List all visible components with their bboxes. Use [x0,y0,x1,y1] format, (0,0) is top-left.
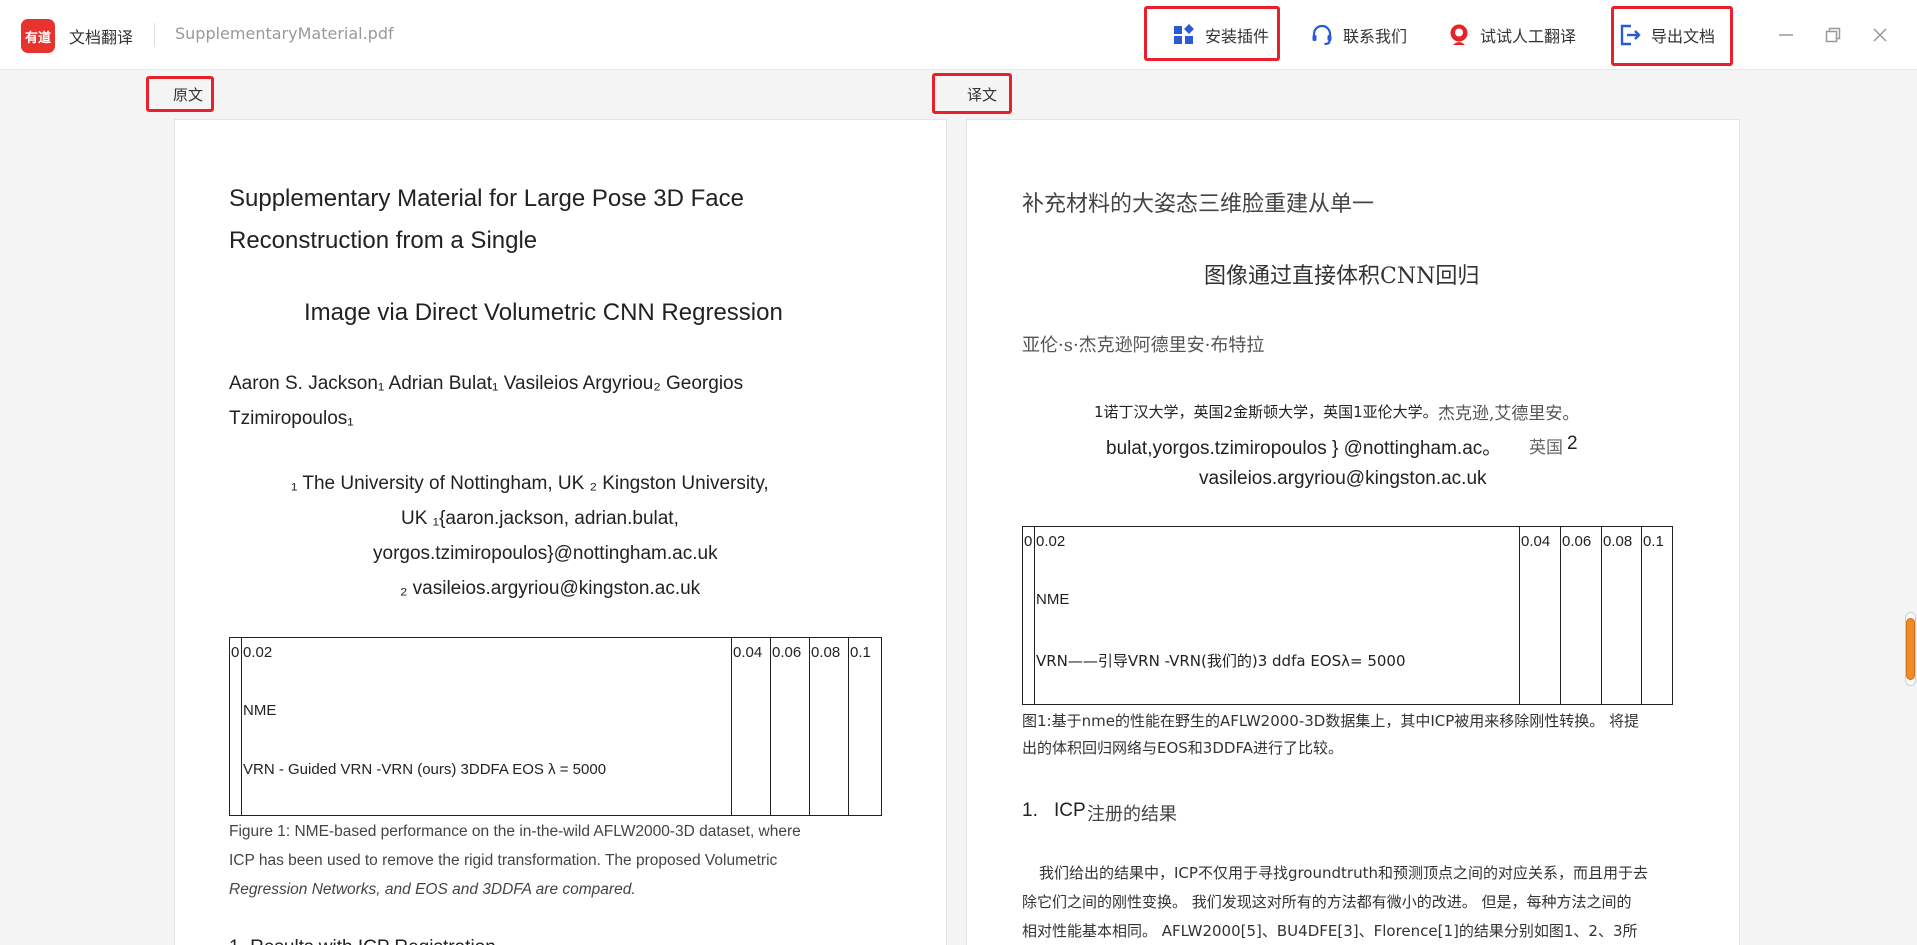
file-name: SupplementaryMaterial.pdf [175,24,394,43]
orig-affil-line3: yorgos.tzimiropoulos}@nottingham.ac.uk [373,543,718,564]
human-translate-label: 试试人工翻译 [1480,27,1577,46]
table-tick: 0 [231,644,240,661]
app-name: 文档翻译 [69,28,134,47]
orig-title-line1: Supplementary Material for Large Pose 3D… [229,185,744,212]
scrollbar-thumb[interactable] [1906,618,1915,680]
trans-para-line3: 相对性能基本相同。 AFLW2000[5]、BU4DFE[3]、Florence… [1022,922,1638,940]
table-nme-label: NME [243,702,277,719]
orig-authors-line2: Tzimiropoulos₁ [229,408,354,429]
export-doc-label: 导出文档 [1651,27,1716,46]
orig-caption-line2: ICP has been used to remove the rigid tr… [229,852,778,869]
trans-section1-num: 1. [1022,800,1038,821]
export-icon [1617,22,1643,48]
table-divider [1560,527,1561,704]
trans-section1-title: 注册的结果 [1087,804,1177,825]
close-button[interactable] [1865,20,1895,50]
table-tick: 0.06 [772,644,802,661]
headset-icon [1309,22,1335,48]
orig-authors-line1: Aaron S. Jackson₁ Adrian Bulat₁ Vasileio… [229,373,744,394]
trans-caption-line1: 图1:基于nme的性能在野生的AFLW2000-3D数据集上，其中ICP被用来移… [1022,712,1640,730]
app-logo: 有道 [21,19,55,53]
orig-section1-heading: 1. Results with ICP Registration [229,937,496,945]
trans-title-line1: 补充材料的大姿态三维脸重建从单一 [1022,192,1375,217]
title-bar: 有道 文档翻译 SupplementaryMaterial.pdf 安装插件 联… [0,0,1917,70]
person-icon [1446,22,1472,48]
contact-us-label: 联系我们 [1343,27,1408,46]
restore-button[interactable] [1818,20,1848,50]
plugin-icon [1171,22,1197,48]
table-tick: 0.04 [1521,533,1551,550]
table-legend: VRN——引导VRN -VRN(我们的)3 ddfa EOSλ= 5000 [1036,652,1406,670]
table-tick: 0.02 [243,644,273,661]
orig-affil-line1: ₁ The University of Nottingham, UK ₂ Kin… [291,473,769,494]
trans-figure-table: 0 0.02 0.04 0.06 0.08 0.1 NME VRN——引导VRN… [1022,526,1673,705]
export-doc-button[interactable]: 导出文档 [1617,22,1715,48]
trans-para-line2: 除它们之间的刚性变换。 我们发现这对所有的方法都有微小的改进。 但是，每种方法之… [1022,893,1632,911]
table-divider [809,638,810,815]
table-tick: 0.04 [733,644,763,661]
table-tick: 0.1 [850,644,871,661]
table-divider [1034,527,1035,704]
original-page[interactable]: Supplementary Material for Large Pose 3D… [174,119,947,945]
table-tick: 0 [1024,533,1033,550]
trans-affil-line2-a: bulat,yorgos.tzimiropoulos } @nottingham… [1106,438,1502,459]
contact-us-button[interactable]: 联系我们 [1309,22,1407,48]
trans-section1-icp: ICP [1054,800,1086,821]
orig-title-line3: Image via Direct Volumetric CNN Regressi… [304,299,783,326]
minimize-icon [1779,34,1793,36]
trans-caption-line2: 出的体积回归网络与EOS和3DDFA进行了比较。 [1022,739,1343,757]
orig-caption-line3: Regression Networks, and EOS and 3DDFA a… [229,881,636,898]
table-divider [731,638,732,815]
table-divider [770,638,771,815]
human-translate-button[interactable]: 试试人工翻译 [1446,22,1576,48]
table-nme-label: NME [1036,591,1070,608]
translated-page[interactable]: 补充材料的大姿态三维脸重建从单一 图像通过直接体积CNN回归 亚伦·s·杰克逊阿… [966,119,1740,945]
table-divider [1601,527,1602,704]
original-pane-label: 原文 [173,86,204,104]
install-plugin-button[interactable]: 安装插件 [1171,22,1269,48]
table-tick: 0.1 [1643,533,1664,550]
table-divider [1641,527,1642,704]
trans-authors: 亚伦·s·杰克逊阿德里安·布特拉 [1022,335,1265,356]
install-plugin-label: 安装插件 [1205,27,1270,46]
title-divider [154,23,155,47]
table-divider [241,638,242,815]
translated-pane-label: 译文 [967,86,998,104]
trans-title-line2: 图像通过直接体积CNN回归 [1204,264,1480,289]
trans-affil-line3: vasileios.argyriou@kingston.ac.uk [1199,468,1487,489]
trans-affil-line2-c: 2 [1567,433,1578,454]
table-tick: 0.06 [1562,533,1592,550]
orig-title-line2: Reconstruction from a Single [229,227,538,254]
orig-affil-line2: UK ₁{aaron.jackson, adrian.bulat, [401,508,679,529]
minimize-button[interactable] [1771,20,1801,50]
orig-affil-line4: ₂ vasileios.argyriou@kingston.ac.uk [400,578,701,599]
table-tick: 0.08 [811,644,841,661]
table-tick: 0.08 [1603,533,1633,550]
trans-affil-line1-b: 杰克逊,艾德里安。 [1438,404,1580,424]
table-divider [1519,527,1520,704]
trans-affil-line2-b: 英国 [1529,438,1563,458]
trans-para-line1: 我们给出的结果中，ICP不仅用于寻找groundtruth和预测顶点之间的对应关… [1039,864,1648,882]
close-icon [1873,28,1887,42]
table-tick: 0.02 [1036,533,1066,550]
table-legend: VRN - Guided VRN -VRN (ours) 3DDFA EOS λ… [243,761,607,778]
restore-icon [1825,27,1841,43]
trans-affil-line1-a: 1诺丁汉大学，英国2金斯顿大学，英国1亚伦大学。 [1094,403,1438,421]
table-divider [848,638,849,815]
orig-figure-table: 0 0.02 0.04 0.06 0.08 0.1 NME VRN - Guid… [229,637,882,816]
orig-caption-line1: Figure 1: NME-based performance on the i… [229,823,801,840]
